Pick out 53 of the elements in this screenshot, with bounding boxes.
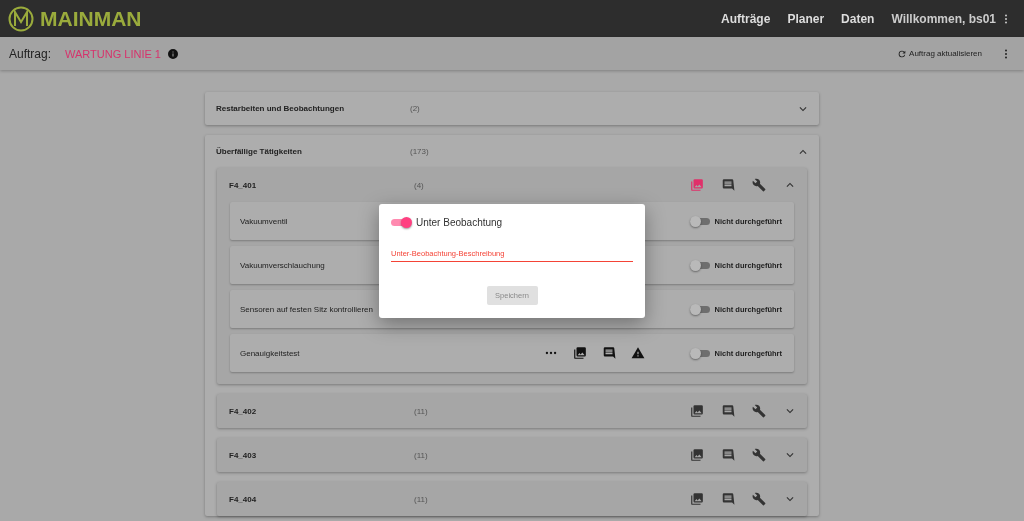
group-header[interactable]: F4_401 (4) <box>217 168 807 202</box>
group-title: F4_402 <box>229 406 258 416</box>
nav-link[interactable]: Aufträge <box>721 11 771 26</box>
group-title: F4_401 <box>229 180 258 190</box>
toggle-switch[interactable] <box>689 259 710 271</box>
section-count: (2) <box>410 104 420 113</box>
comment-icon[interactable] <box>721 492 735 506</box>
photo-library-icon[interactable] <box>690 404 704 418</box>
section-header[interactable]: Überfällige Tätigkeiten (173) <box>205 135 819 168</box>
group-header[interactable]: F4_404 (11) <box>217 482 807 516</box>
group-header[interactable]: F4_403 (11) <box>217 438 807 472</box>
comment-icon[interactable] <box>721 448 735 462</box>
group-count: (11) <box>414 406 428 416</box>
task-name: Vakuumverschlauchung <box>240 260 325 270</box>
user-greeting[interactable]: Willkommen, bs01 <box>891 11 996 26</box>
wrench-icon[interactable] <box>752 448 766 462</box>
refresh-button[interactable]: Auftrag aktualisieren <box>897 48 982 59</box>
comment-icon[interactable] <box>721 404 735 418</box>
toggle-switch[interactable] <box>689 215 710 227</box>
group-count: (4) <box>414 180 424 190</box>
toggle-label: Unter Beobachtung <box>416 216 503 228</box>
task-name: Genauigkeitstest <box>240 348 300 358</box>
comment-icon[interactable] <box>601 346 616 360</box>
wrench-icon[interactable] <box>752 492 766 506</box>
order-name: WARTUNG LINIE 1 <box>65 47 161 60</box>
group-count: (11) <box>414 494 428 504</box>
nav-link[interactable]: Planer <box>787 11 825 26</box>
section-title: Restarbeiten und Beobachtungen <box>216 104 345 113</box>
toggle-switch[interactable] <box>689 347 710 359</box>
refresh-icon <box>897 48 908 59</box>
logo-text: MAINMAN <box>40 6 142 31</box>
wrench-icon[interactable] <box>752 404 766 418</box>
info-icon[interactable] <box>167 47 179 60</box>
group-title: F4_404 <box>229 494 258 504</box>
task-name: Vakuumventil <box>240 216 288 226</box>
group-count: (11) <box>414 450 428 460</box>
group-title: F4_403 <box>229 450 258 460</box>
logo-icon <box>8 5 34 32</box>
wrench-icon[interactable] <box>752 178 766 192</box>
task-name: Sensoren auf festen Sitz kontrollieren <box>240 304 373 314</box>
section-count: (173) <box>410 147 429 156</box>
toggle-switch[interactable] <box>391 216 411 228</box>
toggle-switch[interactable] <box>689 303 710 315</box>
warning-icon[interactable] <box>630 346 645 360</box>
comment-icon[interactable] <box>721 178 735 192</box>
order-label: Auftrag: <box>9 46 52 61</box>
section-header[interactable]: Restarbeiten und Beobachtungen (2) <box>205 92 819 125</box>
photo-library-icon[interactable] <box>690 492 704 506</box>
section-title: Überfällige Tätigkeiten <box>216 147 303 156</box>
nav-link[interactable]: Daten <box>841 11 875 26</box>
photo-library-icon[interactable] <box>572 346 587 360</box>
photo-library-icon[interactable] <box>690 448 704 462</box>
group-header[interactable]: F4_402 (11) <box>217 394 807 428</box>
